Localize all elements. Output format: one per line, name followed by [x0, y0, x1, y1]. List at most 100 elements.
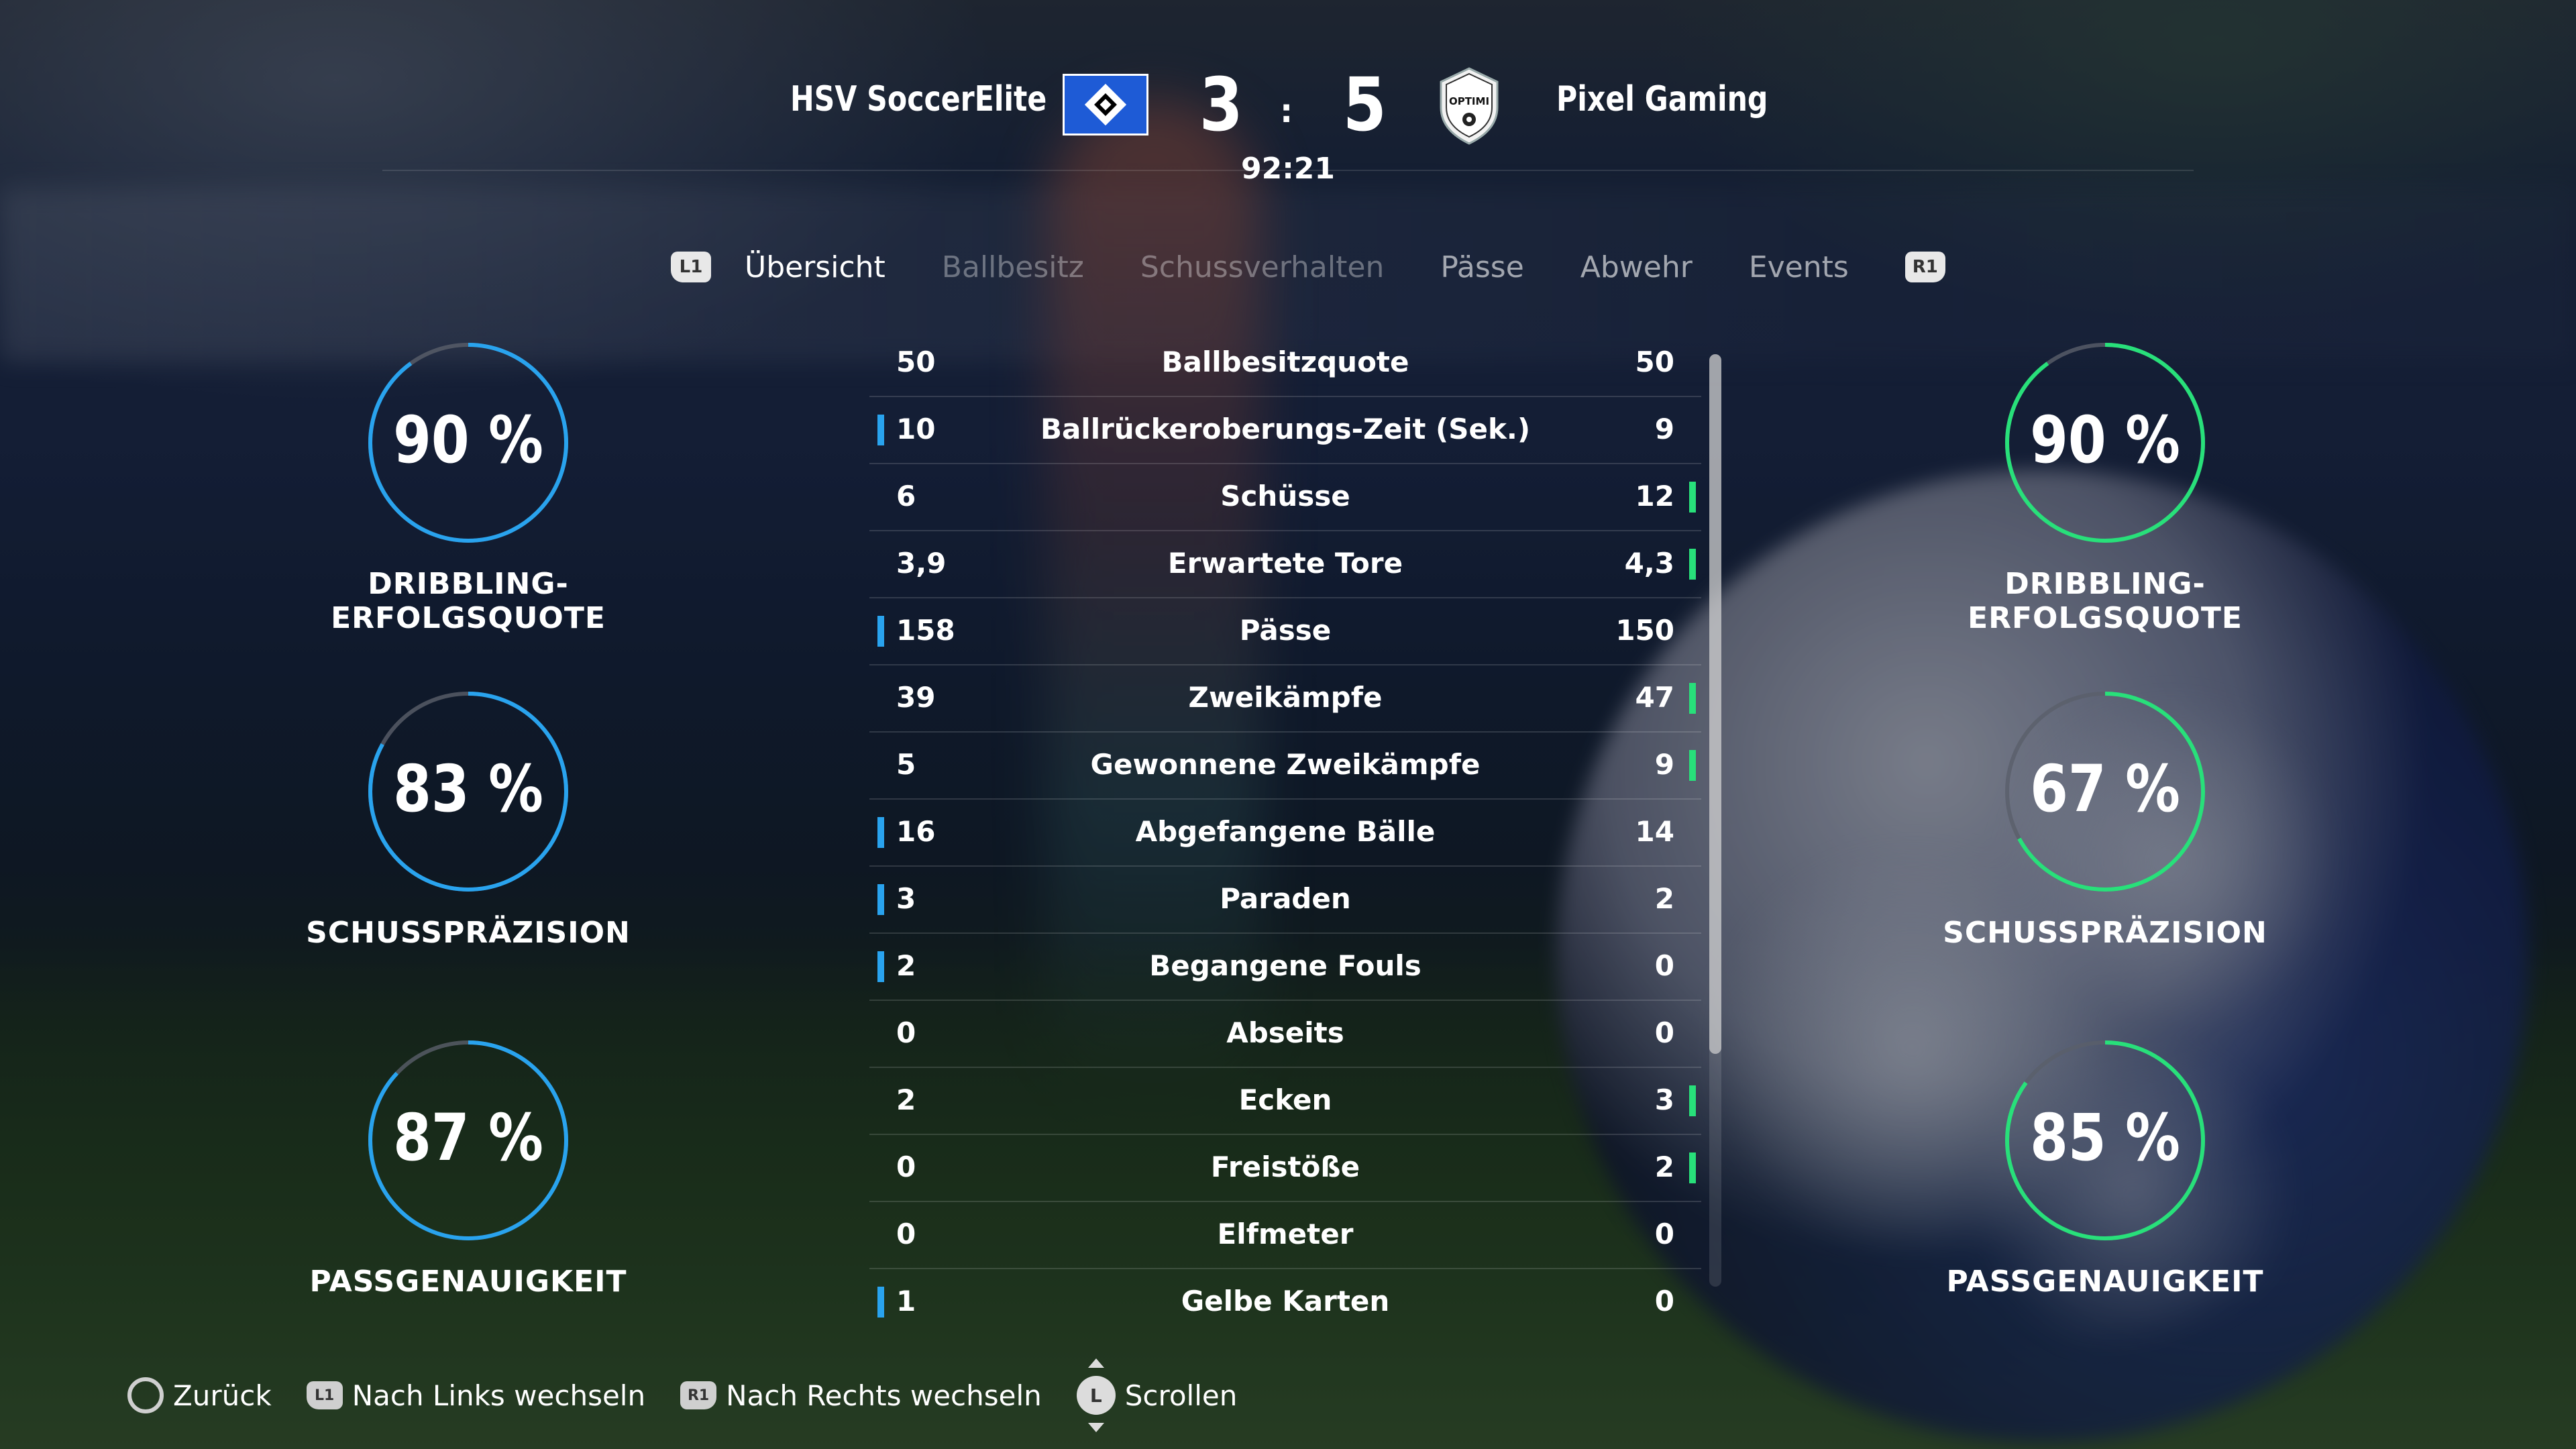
stat-label: Pässe	[1239, 614, 1332, 647]
stat-home-value: 2	[896, 1083, 916, 1116]
stat-home-value: 158	[896, 614, 955, 647]
stat-away-value: 0	[1654, 1218, 1674, 1250]
stat-away-value: 12	[1635, 480, 1674, 513]
stat-row: Gewonnene Zweikämpfe 5 9	[869, 733, 1701, 800]
stat-row: Abseits 0 0	[869, 1001, 1701, 1068]
hint-back-label: Zurück	[173, 1379, 272, 1412]
stats-tab-bar: L1 Übersicht Ballbesitz Schussverhalten …	[671, 247, 1945, 287]
stat-home-value: 0	[896, 1218, 916, 1250]
tab-events[interactable]: Events	[1749, 250, 1849, 284]
l1-button-icon: L1	[306, 1381, 343, 1409]
stat-row: Schüsse 6 12	[869, 464, 1701, 531]
stat-row: Begangene Fouls 2 0	[869, 934, 1701, 1001]
stat-row: Freistöße 0 2	[869, 1135, 1701, 1202]
stat-row: Abgefangene Bälle 16 14	[869, 800, 1701, 867]
stat-label: Zweikämpfe	[1188, 681, 1383, 714]
stat-row: Pässe 158 150	[869, 598, 1701, 665]
r1-button-icon[interactable]: R1	[1904, 252, 1945, 282]
stat-label: Begangene Fouls	[1149, 949, 1421, 982]
tab-abwehr[interactable]: Abwehr	[1580, 250, 1693, 284]
button-hints: Zurück L1 Nach Links wechseln R1 Nach Re…	[127, 1358, 1272, 1432]
tab-paesse[interactable]: Pässe	[1440, 250, 1523, 284]
stat-label: Ballbesitzquote	[1161, 345, 1409, 378]
stat-home-value: 1	[896, 1285, 916, 1318]
tab-uebersicht[interactable]: Übersicht	[745, 250, 885, 284]
home-team-name: HSV SoccerElite	[790, 79, 1046, 119]
stat-home-value: 0	[896, 1150, 916, 1183]
svg-text:OPTIMI: OPTIMI	[1449, 95, 1489, 107]
gauge-label: SCHUSSPRÄZISION	[1943, 916, 2267, 950]
away-gauge: 90 % DRIBBLING-ERFOLGSQUOTE	[1897, 339, 2313, 635]
hint-left[interactable]: L1 Nach Links wechseln	[306, 1379, 646, 1412]
stat-label: Ecken	[1238, 1083, 1332, 1116]
hint-back[interactable]: Zurück	[127, 1377, 272, 1413]
home-crest-icon	[1063, 74, 1148, 136]
stat-home-value: 39	[896, 681, 936, 714]
away-team-name: Pixel Gaming	[1556, 79, 1768, 119]
stats-scrollbar[interactable]	[1709, 354, 1721, 1287]
stat-home-value: 0	[896, 1016, 916, 1049]
stat-label: Abseits	[1226, 1016, 1344, 1049]
stat-label: Freistöße	[1210, 1150, 1360, 1183]
hint-right-label: Nach Rechts wechseln	[726, 1379, 1042, 1412]
gauge-label: DRIBBLING-ERFOLGSQUOTE	[331, 567, 606, 635]
circle-button-icon	[127, 1377, 164, 1413]
stats-table[interactable]: Ballbesitzquote 50 50 Ballrückeroberungs-Ze…	[869, 330, 1701, 1335]
stat-away-value: 9	[1654, 413, 1674, 445]
stat-label: Abgefangene Bälle	[1135, 815, 1436, 848]
r1-button-icon: R1	[680, 1381, 717, 1409]
l1-button-icon[interactable]: L1	[671, 252, 711, 282]
left-stick-label: L	[1076, 1376, 1116, 1415]
stat-away-value: 0	[1654, 1285, 1674, 1318]
stat-away-value: 47	[1635, 681, 1674, 714]
gauge-label: PASSGENAUIGKEIT	[1946, 1265, 2264, 1299]
stat-row: Ballbesitzquote 50 50	[869, 330, 1701, 397]
arrow-down-icon	[1087, 1423, 1104, 1432]
hint-right[interactable]: R1 Nach Rechts wechseln	[680, 1379, 1042, 1412]
stat-home-value: 3	[896, 882, 916, 915]
gauge-label: PASSGENAUIGKEIT	[309, 1265, 627, 1299]
away-score: 5	[1342, 62, 1387, 148]
gauge-value: 90 %	[393, 402, 543, 478]
stat-label: Paraden	[1220, 882, 1351, 915]
home-gauge: 90 % DRIBBLING-ERFOLGSQUOTE	[260, 339, 676, 635]
arrow-up-icon	[1087, 1358, 1104, 1368]
stat-away-value: 4,3	[1624, 547, 1674, 580]
stats-scrollbar-thumb[interactable]	[1709, 354, 1721, 1054]
stat-label: Elfmeter	[1217, 1218, 1354, 1250]
stat-home-value: 16	[896, 815, 936, 848]
stat-away-value: 0	[1654, 949, 1674, 982]
left-stick-icon: L	[1076, 1358, 1116, 1432]
stat-row: Elfmeter 0 0	[869, 1202, 1701, 1269]
gauge-value: 83 %	[393, 751, 543, 826]
stat-away-value: 9	[1654, 748, 1674, 781]
gauge-label: DRIBBLING-ERFOLGSQUOTE	[1968, 567, 2243, 635]
stat-away-value: 150	[1615, 614, 1674, 647]
stat-label: Gewonnene Zweikämpfe	[1090, 748, 1481, 781]
hint-scroll[interactable]: L Scrollen	[1076, 1358, 1237, 1432]
stat-home-value: 2	[896, 949, 916, 982]
gauge-label: SCHUSSPRÄZISION	[306, 916, 631, 950]
stat-row: Paraden 3 2	[869, 867, 1701, 934]
tab-ballbesitz[interactable]: Ballbesitz	[942, 250, 1084, 284]
stat-away-value: 0	[1654, 1016, 1674, 1049]
home-score: 3	[1199, 62, 1243, 148]
hint-left-label: Nach Links wechseln	[352, 1379, 646, 1412]
stat-row: Erwartete Tore 3,9 4,3	[869, 531, 1701, 598]
stat-home-value: 5	[896, 748, 916, 781]
gauge-value: 67 %	[2030, 751, 2180, 826]
stat-home-value: 10	[896, 413, 936, 445]
stat-away-value: 14	[1635, 815, 1674, 848]
stat-label: Gelbe Karten	[1181, 1285, 1390, 1318]
away-gauge: 85 % PASSGENAUIGKEIT	[1897, 1036, 2313, 1299]
stat-row: Zweikämpfe 39 47	[869, 665, 1701, 733]
tab-schussverhalten[interactable]: Schussverhalten	[1140, 250, 1384, 284]
stat-home-value: 3,9	[896, 547, 947, 580]
stat-label: Ballrückeroberungs-Zeit (Sek.)	[1040, 413, 1531, 445]
stat-away-value: 2	[1654, 882, 1674, 915]
stat-label: Erwartete Tore	[1167, 547, 1403, 580]
away-crest-icon: OPTIMI	[1440, 67, 1499, 145]
stat-home-value: 50	[896, 345, 936, 378]
stat-label: Schüsse	[1220, 480, 1350, 513]
header-divider	[382, 170, 2194, 171]
